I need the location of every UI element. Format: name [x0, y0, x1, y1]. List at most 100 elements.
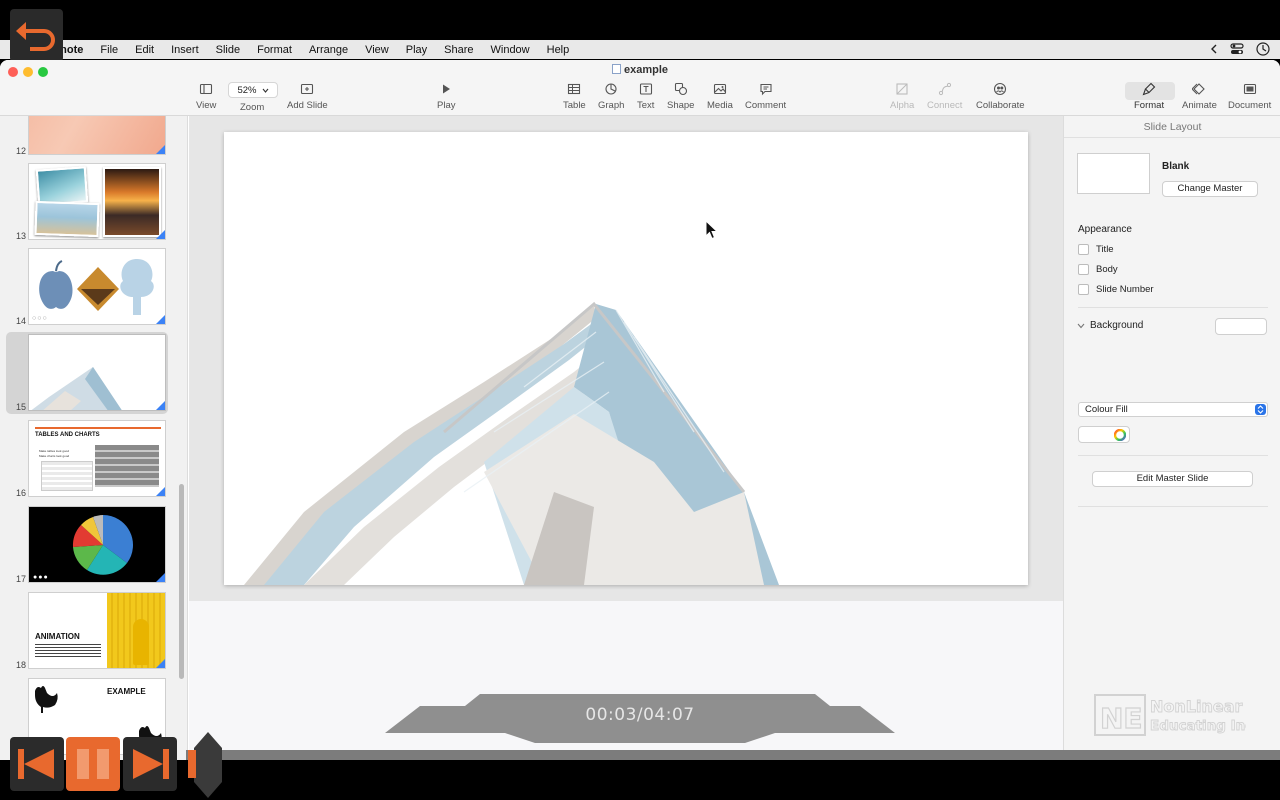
menu-arrange[interactable]: Arrange [309, 44, 348, 56]
background-section-toggle[interactable]: Background [1077, 320, 1143, 331]
toolbar-connect-button[interactable]: Connect [927, 82, 962, 111]
chevron-down-icon [1077, 323, 1085, 328]
slide-corner-marker [156, 659, 165, 668]
document-icon [611, 64, 621, 74]
toolbar-table-button[interactable]: Table [563, 82, 586, 111]
fill-color-well[interactable] [1078, 426, 1130, 443]
previous-button[interactable] [10, 737, 64, 791]
chevron-left-icon[interactable] [1210, 44, 1218, 54]
edit-master-slide-button[interactable]: Edit Master Slide [1092, 471, 1253, 487]
slide-corner-marker [156, 487, 165, 496]
slide-corner-marker [156, 401, 165, 410]
photo-sunset [103, 167, 161, 237]
menu-view[interactable]: View [365, 44, 389, 56]
menu-window[interactable]: Window [491, 44, 530, 56]
dots-indicator: ●●● [33, 574, 49, 581]
toolbar-view-button[interactable]: View [196, 82, 216, 111]
slide-thumbnail-12[interactable]: 12 [6, 116, 168, 158]
toolbar-shape-label: Shape [667, 100, 695, 111]
toolbar-graph-button[interactable]: Graph [598, 82, 624, 111]
slide-thumbnail-15-selected[interactable]: 15 [6, 332, 168, 414]
toolbar-media-label: Media [707, 100, 733, 111]
toolbar-shape-button[interactable]: Shape [667, 82, 694, 111]
divider [1078, 455, 1268, 456]
slide-thumbnail-13[interactable]: 13 [6, 161, 168, 243]
svg-text:NE: NE [1100, 702, 1143, 735]
body-checkbox-row[interactable]: Body [1078, 264, 1118, 275]
skip-forward-icon [133, 749, 169, 779]
menu-slide[interactable]: Slide [216, 44, 240, 56]
toolbar-text-label: Text [637, 100, 655, 111]
title-checkbox-row[interactable]: Title [1078, 244, 1114, 255]
current-slide[interactable] [224, 132, 1028, 585]
dots-indicator: ○○○ [32, 315, 48, 322]
master-layout-thumbnail[interactable] [1077, 153, 1150, 194]
slide-thumbnail-16[interactable]: TABLES AND CHARTS Make tables look good … [6, 418, 168, 500]
back-button[interactable] [10, 9, 63, 62]
toolbar-format-button[interactable]: Format [1134, 82, 1164, 111]
toolbar-format-label: Format [1134, 100, 1165, 111]
menu-format[interactable]: Format [257, 44, 292, 56]
menu-insert[interactable]: Insert [171, 44, 199, 56]
format-inspector: Slide Layout Blank Change Master Appeara… [1063, 116, 1280, 760]
menu-edit[interactable]: Edit [135, 44, 154, 56]
slide-corner-marker [156, 145, 165, 154]
slide-number-checkbox-label: Slide Number [1096, 284, 1154, 295]
title-checkbox[interactable] [1078, 244, 1089, 255]
inspector-header: Slide Layout [1064, 116, 1280, 138]
fill-type-value: Colour Fill [1085, 404, 1128, 415]
building-photo [244, 301, 779, 585]
toolbar-text-button[interactable]: Text [637, 82, 654, 111]
alpha-icon [896, 83, 908, 95]
control-center-icon[interactable] [1230, 43, 1244, 55]
toolbar-alpha-label: Alpha [890, 100, 915, 111]
window-toolbar: example View 52% Zoom Add Slide Play Tab… [0, 60, 1280, 116]
clock-icon[interactable] [1256, 42, 1270, 56]
thumb-body-lines [35, 644, 101, 658]
sidebar-icon [200, 83, 213, 95]
menu-help[interactable]: Help [547, 44, 570, 56]
master-layout-name: Blank [1162, 161, 1190, 172]
toolbar-animate-button[interactable]: Animate [1182, 82, 1217, 111]
zoom-dropdown[interactable]: 52% [228, 82, 278, 98]
menu-share[interactable]: Share [444, 44, 473, 56]
change-master-button[interactable]: Change Master [1162, 181, 1258, 197]
navigator-scrollbar[interactable] [179, 484, 184, 679]
slide-thumbnail-18[interactable]: ANIMATION 18 [6, 590, 168, 672]
slide-thumb: ○○○ [28, 248, 166, 325]
toolbar-document-button[interactable]: Document [1228, 82, 1271, 111]
toolbar-media-button[interactable]: Media [707, 82, 733, 111]
toolbar-collaborate-label: Collaborate [976, 100, 1025, 111]
slide-number-checkbox-row[interactable]: Slide Number [1078, 284, 1154, 295]
toolbar-play-button[interactable]: Play [437, 82, 455, 111]
brand-line-1: NonLinear [1150, 697, 1242, 716]
background-color-swatch[interactable] [1215, 318, 1267, 335]
slide-number: 17 [16, 574, 27, 584]
thumb-title: TABLES AND CHARTS [35, 432, 100, 438]
color-wheel-icon[interactable] [1114, 429, 1126, 441]
slide-thumbnail-14[interactable]: ○○○ 14 [6, 246, 168, 328]
divider [1078, 307, 1268, 308]
thumb-table-right [95, 445, 159, 487]
pause-button[interactable] [66, 737, 120, 791]
toolbar-alpha-button[interactable]: Alpha [890, 82, 914, 111]
slide-number: 12 [16, 146, 27, 156]
nonlinear-logo: NE NonLinear Educating Inc. [1094, 694, 1259, 743]
menu-play[interactable]: Play [406, 44, 427, 56]
document-title: example [0, 64, 1280, 76]
slide-number-checkbox[interactable] [1078, 284, 1089, 295]
fill-type-select[interactable]: Colour Fill [1078, 402, 1268, 417]
next-button[interactable] [123, 737, 177, 791]
toolbar-collaborate-button[interactable]: Collaborate [976, 82, 1025, 111]
playback-scrubber[interactable] [186, 750, 1280, 760]
body-checkbox[interactable] [1078, 264, 1089, 275]
slide-number: 15 [16, 402, 27, 412]
menu-file[interactable]: File [100, 44, 118, 56]
slide-thumbnail-17[interactable]: ●●● 17 [6, 504, 168, 586]
collaborate-icon [994, 82, 1007, 96]
thumb-orange-rule [35, 427, 161, 429]
toolbar-add-slide-button[interactable]: Add Slide [287, 82, 328, 111]
toolbar-comment-button[interactable]: Comment [745, 82, 786, 111]
zoom-value: 52% [237, 84, 257, 96]
scrubber-handle[interactable] [186, 732, 226, 798]
